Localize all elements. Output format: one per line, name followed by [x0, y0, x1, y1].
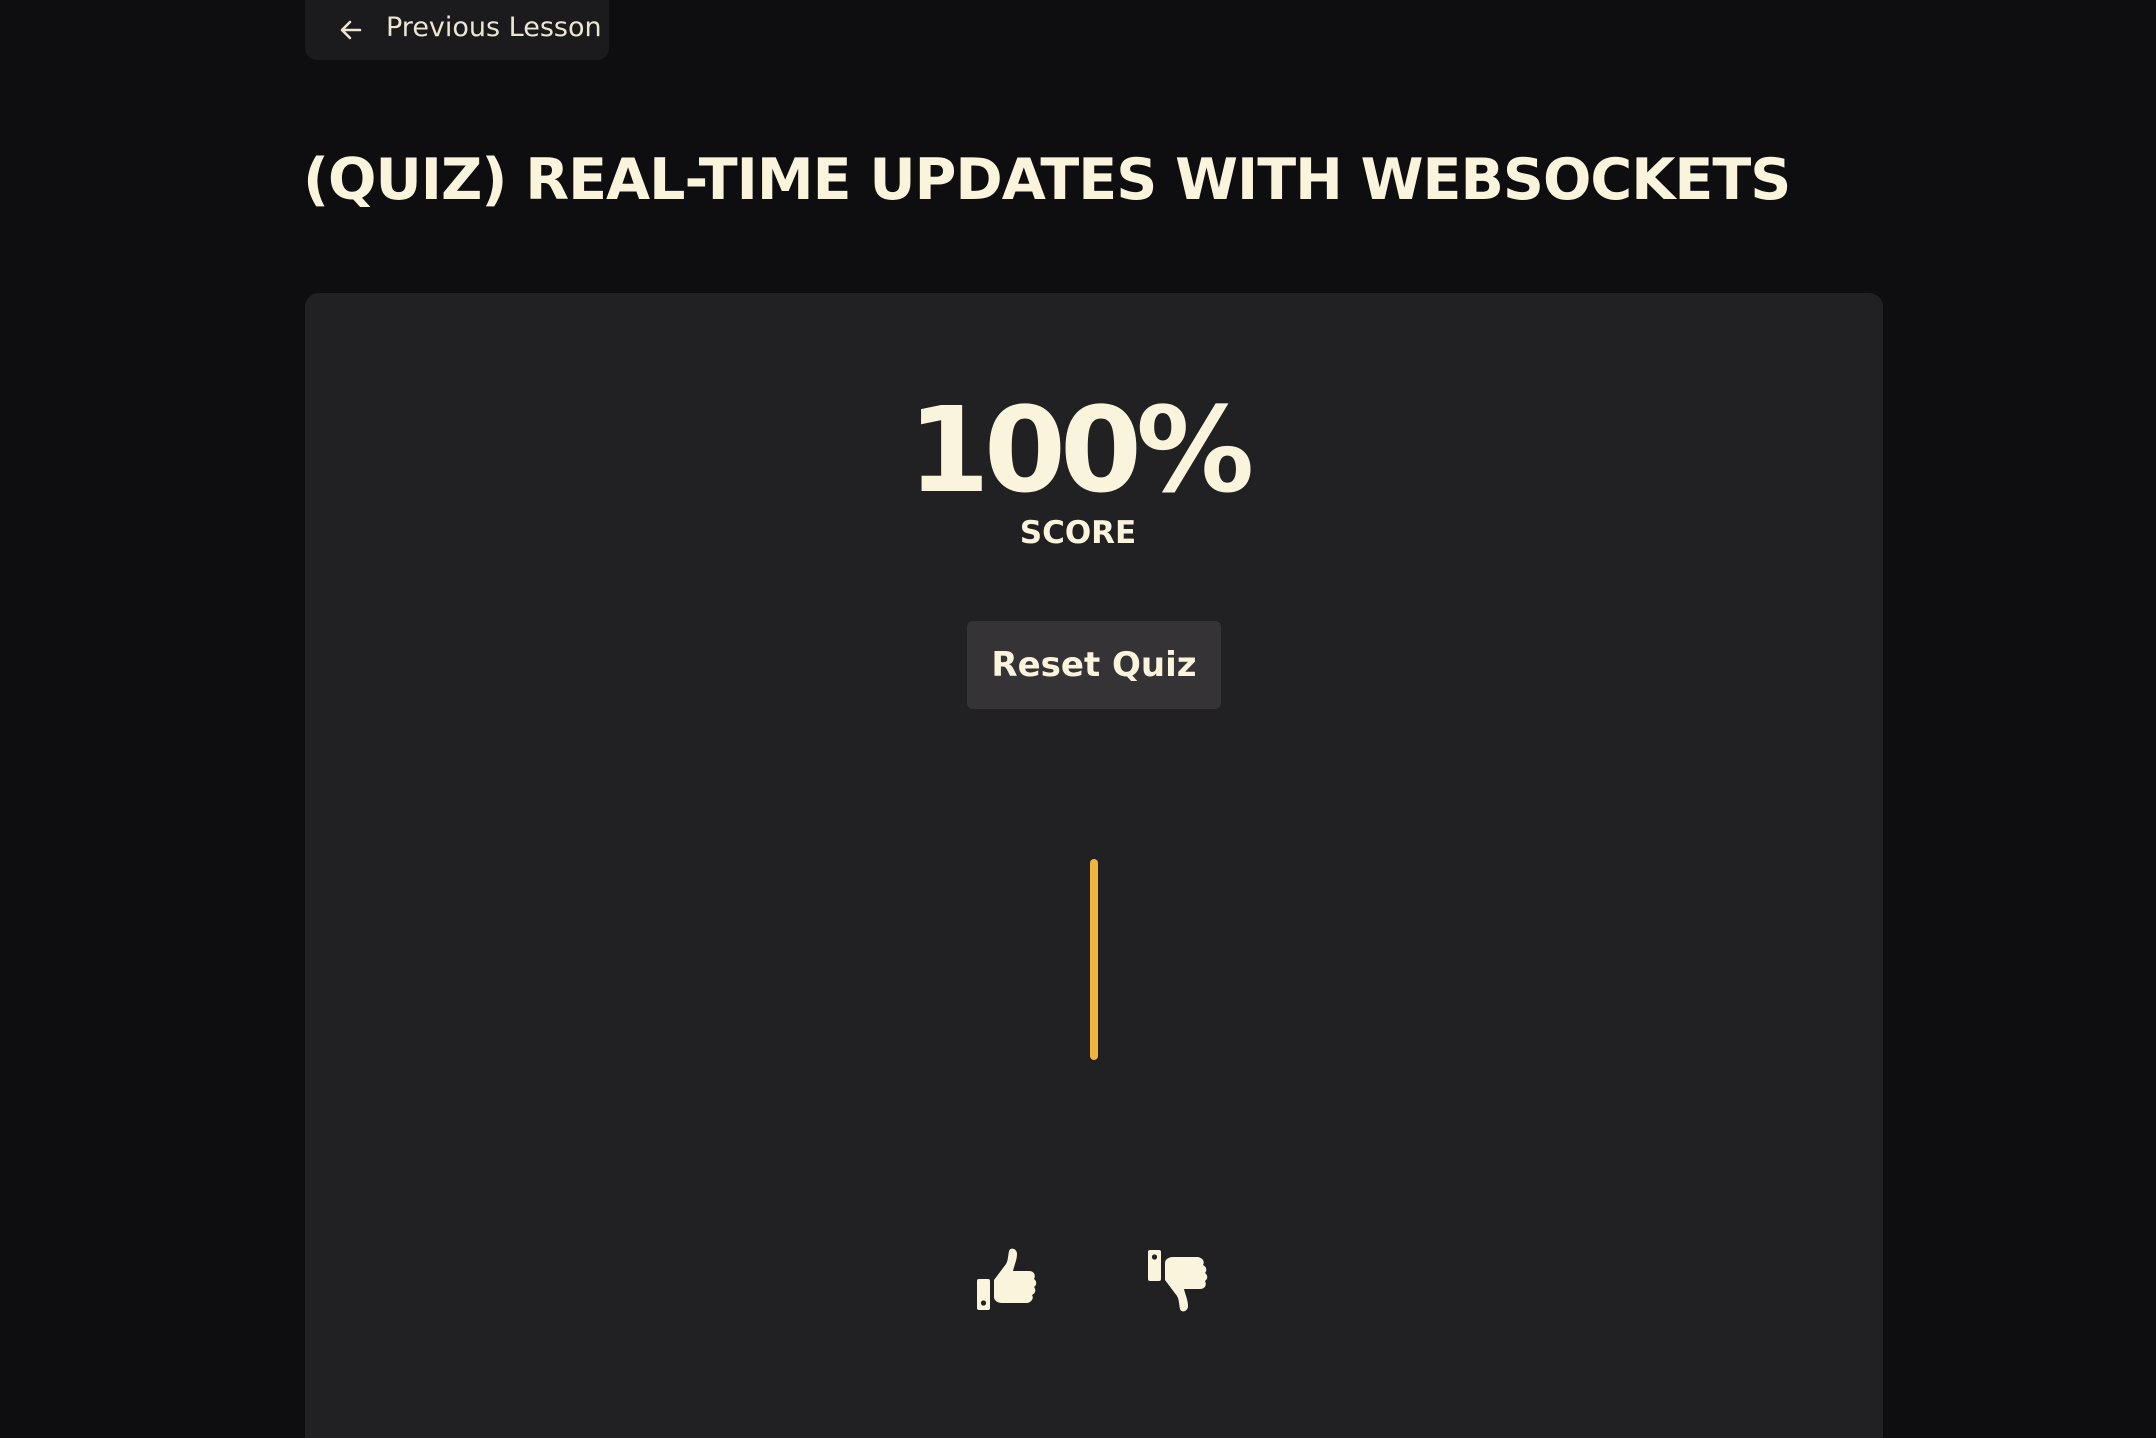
- score-value: 100%: [907, 381, 1255, 519]
- arrow-left-icon: [338, 17, 364, 43]
- reset-quiz-button[interactable]: Reset Quiz: [967, 621, 1221, 709]
- page-title: (QUIZ) REAL-TIME UPDATES WITH WEBSOCKETS: [303, 147, 1791, 213]
- thumbs-down-icon[interactable]: [1138, 1240, 1218, 1320]
- previous-lesson-label: Previous Lesson: [386, 12, 602, 43]
- accent-divider: [1090, 859, 1098, 1060]
- thumbs-up-icon[interactable]: [966, 1240, 1046, 1320]
- score-label: SCORE: [1019, 515, 1137, 551]
- previous-lesson-button[interactable]: Previous Lesson: [305, 0, 609, 60]
